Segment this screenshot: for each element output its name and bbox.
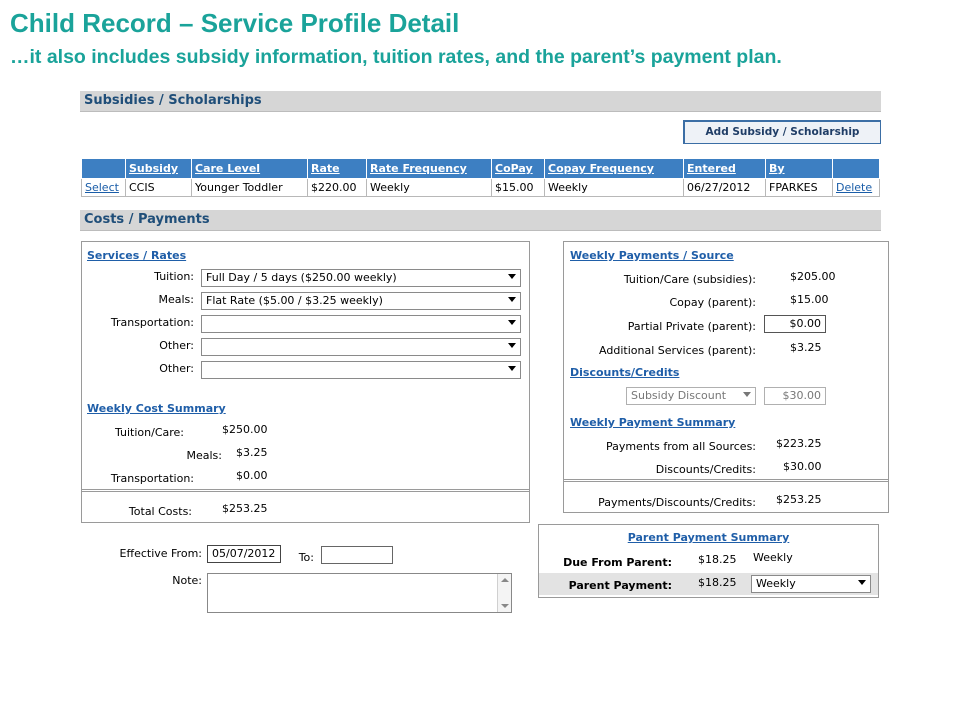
scroll-down-icon[interactable] bbox=[501, 604, 509, 608]
cost-meals-value: $3.25 bbox=[236, 446, 268, 459]
effective-from-input[interactable]: 05/07/2012 bbox=[207, 545, 281, 563]
cell-care-level: Younger Toddler bbox=[191, 178, 308, 197]
total-costs-label: Total Costs: bbox=[128, 505, 192, 518]
chevron-down-icon bbox=[858, 580, 866, 585]
summary-total-label: Payments/Discounts/Credits: bbox=[598, 496, 756, 509]
tuition-label: Tuition: bbox=[154, 270, 194, 283]
pay-tuition-value: $205.00 bbox=[790, 270, 836, 283]
total-costs-value: $253.25 bbox=[222, 502, 268, 515]
weekly-cost-summary-heading[interactable]: Weekly Cost Summary bbox=[87, 402, 226, 415]
scroll-up-icon[interactable] bbox=[501, 578, 509, 582]
chevron-down-icon bbox=[508, 297, 516, 302]
column-header-care-level[interactable]: Care Level bbox=[191, 158, 308, 179]
parent-payment-row: Parent Payment: $18.25 Weekly bbox=[539, 573, 878, 595]
services-panel: Services / Rates Tuition: Full Day / 5 d… bbox=[81, 241, 530, 523]
summary-discounts-label: Discounts/Credits: bbox=[655, 463, 756, 476]
parent-payment-label: Parent Payment: bbox=[568, 579, 672, 592]
services-rates-heading[interactable]: Services / Rates bbox=[87, 249, 186, 262]
cell-rate: $220.00 bbox=[307, 178, 367, 197]
pay-additional-value: $3.25 bbox=[790, 341, 822, 354]
subsidies-header-row: Subsidy Care Level Rate Rate Frequency C… bbox=[81, 158, 880, 179]
parent-payment-summary-heading[interactable]: Parent Payment Summary bbox=[539, 531, 878, 544]
subsidies-section-header: Subsidies / Scholarships bbox=[80, 91, 881, 112]
discount-type-select[interactable]: Subsidy Discount bbox=[626, 387, 756, 405]
pay-additional-label: Additional Services (parent): bbox=[599, 344, 756, 357]
cost-tuition-value: $250.00 bbox=[222, 423, 268, 436]
weekly-payment-summary-heading[interactable]: Weekly Payment Summary bbox=[570, 416, 735, 429]
chevron-down-icon bbox=[508, 274, 516, 279]
select-link[interactable]: Select bbox=[81, 178, 126, 197]
effective-from-label: Effective From: bbox=[119, 547, 202, 560]
cost-tuition-label: Tuition/Care: bbox=[114, 426, 184, 439]
other-label-2: Other: bbox=[159, 362, 194, 375]
all-sources-label: Payments from all Sources: bbox=[605, 440, 756, 453]
divider bbox=[82, 489, 529, 492]
select-column-header bbox=[81, 158, 126, 179]
chevron-down-icon bbox=[508, 320, 516, 325]
due-frequency: Weekly bbox=[753, 551, 793, 564]
cell-copay-frequency: Weekly bbox=[544, 178, 684, 197]
add-subsidy-button[interactable]: Add Subsidy / Scholarship bbox=[683, 120, 881, 144]
chevron-down-icon bbox=[508, 343, 516, 348]
table-row: Select CCIS Younger Toddler $220.00 Week… bbox=[81, 178, 880, 197]
discount-amount-input[interactable]: $30.00 bbox=[764, 387, 826, 405]
other-select-2[interactable] bbox=[201, 361, 521, 379]
cost-transportation-value: $0.00 bbox=[236, 469, 268, 482]
column-header-rate[interactable]: Rate bbox=[307, 158, 367, 179]
effective-to-label: To: bbox=[298, 551, 314, 564]
chevron-down-icon bbox=[508, 366, 516, 371]
note-textarea[interactable] bbox=[207, 573, 512, 613]
other-select-1[interactable] bbox=[201, 338, 521, 356]
meals-label: Meals: bbox=[158, 293, 195, 306]
column-header-rate-frequency[interactable]: Rate Frequency bbox=[366, 158, 492, 179]
parent-payment-value: $18.25 bbox=[698, 576, 737, 589]
costs-section-header: Costs / Payments bbox=[80, 210, 881, 231]
column-header-copay[interactable]: CoPay bbox=[491, 158, 545, 179]
meals-select[interactable]: Flat Rate ($5.00 / $3.25 weekly) bbox=[201, 292, 521, 310]
cell-subsidy: CCIS bbox=[125, 178, 192, 197]
pay-tuition-label: Tuition/Care (subsidies): bbox=[623, 273, 756, 286]
chevron-down-icon bbox=[743, 392, 751, 397]
slide-title: Child Record – Service Profile Detail bbox=[10, 8, 460, 38]
due-from-parent-value: $18.25 bbox=[698, 553, 737, 566]
weekly-payments-source-heading[interactable]: Weekly Payments / Source bbox=[570, 249, 734, 262]
cost-meals-label: Meals: bbox=[186, 449, 223, 462]
all-sources-value: $223.25 bbox=[776, 437, 822, 450]
cell-rate-frequency: Weekly bbox=[366, 178, 492, 197]
tuition-select[interactable]: Full Day / 5 days ($250.00 weekly) bbox=[201, 269, 521, 287]
transportation-label: Transportation: bbox=[110, 316, 194, 329]
due-from-parent-label: Due From Parent: bbox=[563, 556, 672, 569]
parent-payment-panel: Parent Payment Summary Due From Parent: … bbox=[538, 524, 879, 598]
note-label: Note: bbox=[172, 574, 202, 587]
delete-column-header bbox=[832, 158, 880, 179]
divider bbox=[564, 479, 888, 482]
other-label-1: Other: bbox=[159, 339, 194, 352]
column-header-copay-frequency[interactable]: Copay Frequency bbox=[544, 158, 684, 179]
note-scrollbar[interactable] bbox=[497, 574, 511, 612]
effective-to-input[interactable] bbox=[321, 546, 393, 564]
slide-subtitle: …it also includes subsidy information, t… bbox=[10, 46, 782, 68]
cell-by: FPARKES bbox=[765, 178, 833, 197]
subsidies-table: Subsidy Care Level Rate Rate Frequency C… bbox=[81, 158, 880, 197]
cell-copay: $15.00 bbox=[491, 178, 545, 197]
column-header-subsidy[interactable]: Subsidy bbox=[125, 158, 192, 179]
summary-total-value: $253.25 bbox=[776, 493, 822, 506]
pay-copay-label: Copay (parent): bbox=[669, 296, 757, 309]
partial-private-input[interactable]: $0.00 bbox=[764, 315, 826, 333]
discounts-credits-heading[interactable]: Discounts/Credits bbox=[570, 366, 679, 379]
parent-payment-frequency-select[interactable]: Weekly bbox=[751, 575, 871, 593]
column-header-entered[interactable]: Entered bbox=[683, 158, 766, 179]
payments-panel: Weekly Payments / Source Tuition/Care (s… bbox=[563, 241, 889, 513]
transportation-select[interactable] bbox=[201, 315, 521, 333]
delete-link[interactable]: Delete bbox=[832, 178, 880, 197]
cost-transportation-label: Transportation: bbox=[110, 472, 194, 485]
column-header-by[interactable]: By bbox=[765, 158, 833, 179]
pay-copay-value: $15.00 bbox=[790, 293, 829, 306]
pay-partial-label: Partial Private (parent): bbox=[627, 320, 756, 333]
cell-entered: 06/27/2012 bbox=[683, 178, 766, 197]
summary-discounts-value: $30.00 bbox=[783, 460, 822, 473]
